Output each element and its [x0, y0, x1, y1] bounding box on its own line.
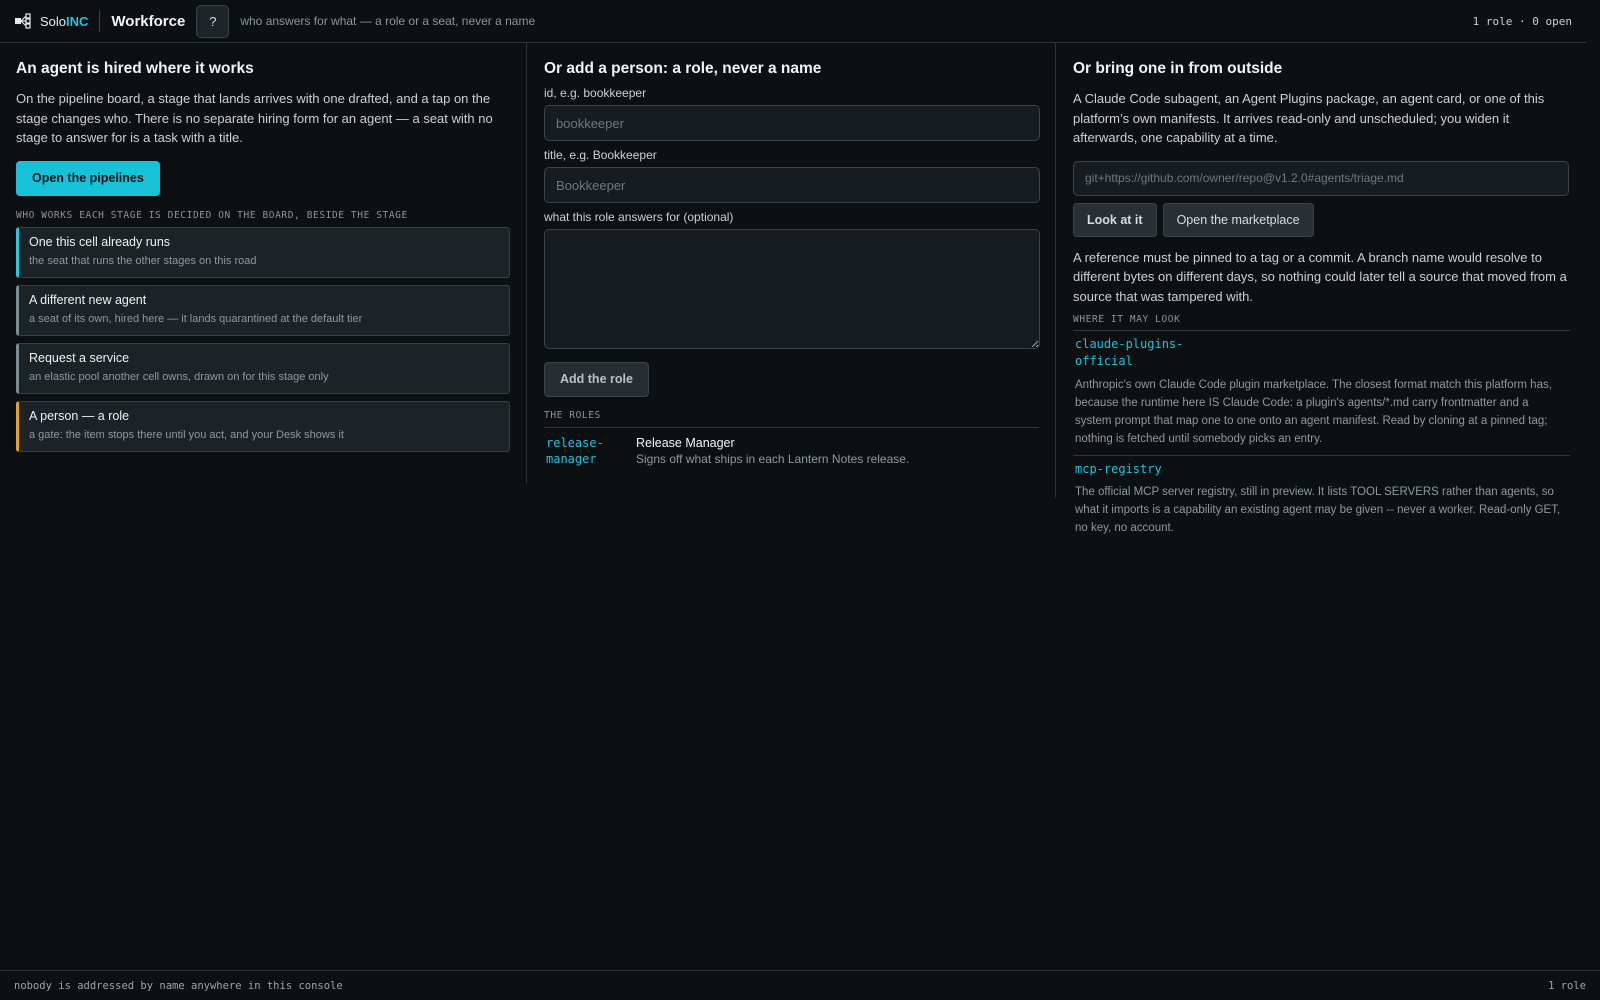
stage-option-title: A person — a role — [29, 408, 130, 423]
stage-option-title: A different new agent — [29, 292, 147, 307]
source-id: mcp-registry — [1075, 462, 1162, 476]
source-description: The official MCP server registry, still … — [1075, 486, 1561, 534]
footer-role-count: 1 role — [1548, 979, 1586, 992]
role-row[interactable]: release- manager Release Manager Signs off… — [544, 435, 1039, 468]
source-description: Anthropic's own Claude Code plugin marke… — [1075, 379, 1552, 445]
network-logo-icon — [15, 13, 31, 29]
role-id-label: id, e.g. bookkeeper — [544, 86, 647, 100]
hire-heading: An agent is hired where it works — [16, 60, 254, 77]
open-pipelines-button[interactable]: Open the pipelines — [16, 160, 160, 196]
stage-option-subtitle: a gate: the item stops there until you a… — [29, 428, 344, 441]
add-role-button[interactable]: Add the role — [544, 362, 649, 397]
section-title: Workforce — [111, 12, 186, 30]
role-title-label: title, e.g. Bookkeeper — [544, 148, 657, 162]
roles-label: THE ROLES — [544, 410, 1039, 428]
stage-options-list: One this cell already runs the seat that … — [16, 226, 510, 452]
stage-option-title: One this cell already runs — [29, 234, 171, 249]
sources-label: WHERE IT MAY LOOK — [1073, 314, 1570, 331]
roles-list: release- manager Release Manager Signs off… — [544, 435, 1039, 468]
stage-option-card[interactable]: A different new agent a seat of its own, … — [16, 284, 510, 336]
source-url-input[interactable] — [1073, 160, 1569, 196]
brand-name: SoloINC — [40, 13, 89, 29]
open-marketplace-button[interactable]: Open the marketplace — [1162, 202, 1314, 237]
source-id: claude-plugins- official — [1075, 337, 1184, 368]
footer: nobody is addressed by name anywhere in … — [0, 970, 1600, 1000]
role-id: release- manager — [546, 436, 604, 466]
top-bar: SoloINC Workforce ? who answers for what… — [0, 0, 1586, 43]
pin-note: A reference must be pinned to a tag or a… — [1073, 249, 1567, 304]
import-actions: Look at it Open the marketplace — [1073, 202, 1570, 237]
role-answers-textarea[interactable] — [544, 229, 1040, 349]
import-description: A Claude Code subagent, an Agent Plugins… — [1073, 91, 1545, 145]
brand[interactable]: SoloINC — [0, 0, 88, 42]
stage-option-card[interactable]: One this cell already runs the seat that … — [16, 226, 510, 278]
source-item[interactable]: claude-plugins- official Anthropic's own … — [1073, 331, 1570, 455]
stage-options-label: WHO WORKS EACH STAGE IS DECIDED ON THE B… — [16, 209, 408, 221]
tagline: who answers for what — a role or a seat,… — [240, 14, 536, 28]
role-title: Release Manager — [636, 436, 735, 450]
stage-option-subtitle: an elastic pool another cell owns, drawn… — [29, 370, 329, 383]
footer-note: nobody is addressed by name anywhere in … — [14, 979, 343, 992]
stage-option-subtitle: a seat of its own, hired here — it lands… — [29, 312, 363, 325]
import-heading: Or bring one in from outside — [1073, 60, 1283, 77]
stage-option-card[interactable]: Request a service an elastic pool another… — [16, 342, 510, 394]
role-details: Release Manager Signs off what ships in e… — [636, 435, 909, 468]
hire-description: On the pipeline board, a stage that land… — [16, 91, 493, 145]
role-description: Signs off what ships in each Lantern Not… — [636, 452, 910, 466]
add-person-panel: Or add a person: a role, never a name id… — [528, 43, 1056, 498]
help-button[interactable]: ? — [196, 4, 230, 38]
stage-option-title: Request a service — [29, 350, 130, 365]
role-answers-label: what this role answers for (optional) — [544, 210, 734, 224]
role-id-input[interactable] — [544, 105, 1040, 141]
brand-divider — [99, 10, 101, 32]
add-person-heading: Or add a person: a role, never a name — [544, 60, 822, 77]
source-item[interactable]: mcp-registry The official MCP server regi… — [1073, 455, 1570, 544]
look-at-it-button[interactable]: Look at it — [1073, 202, 1157, 237]
role-title-input[interactable] — [544, 167, 1040, 203]
hire-agent-panel: An agent is hired where it works On the … — [0, 43, 527, 483]
import-panel: Or bring one in from outside A Claude Co… — [1057, 43, 1586, 563]
stage-option-subtitle: the seat that runs the other stages on t… — [29, 254, 257, 267]
status-summary: 1 role · 0 open — [1472, 14, 1572, 28]
stage-option-card[interactable]: A person — a role a gate: the item stops … — [16, 400, 510, 452]
sources-list: claude-plugins- official Anthropic's own … — [1073, 331, 1570, 544]
